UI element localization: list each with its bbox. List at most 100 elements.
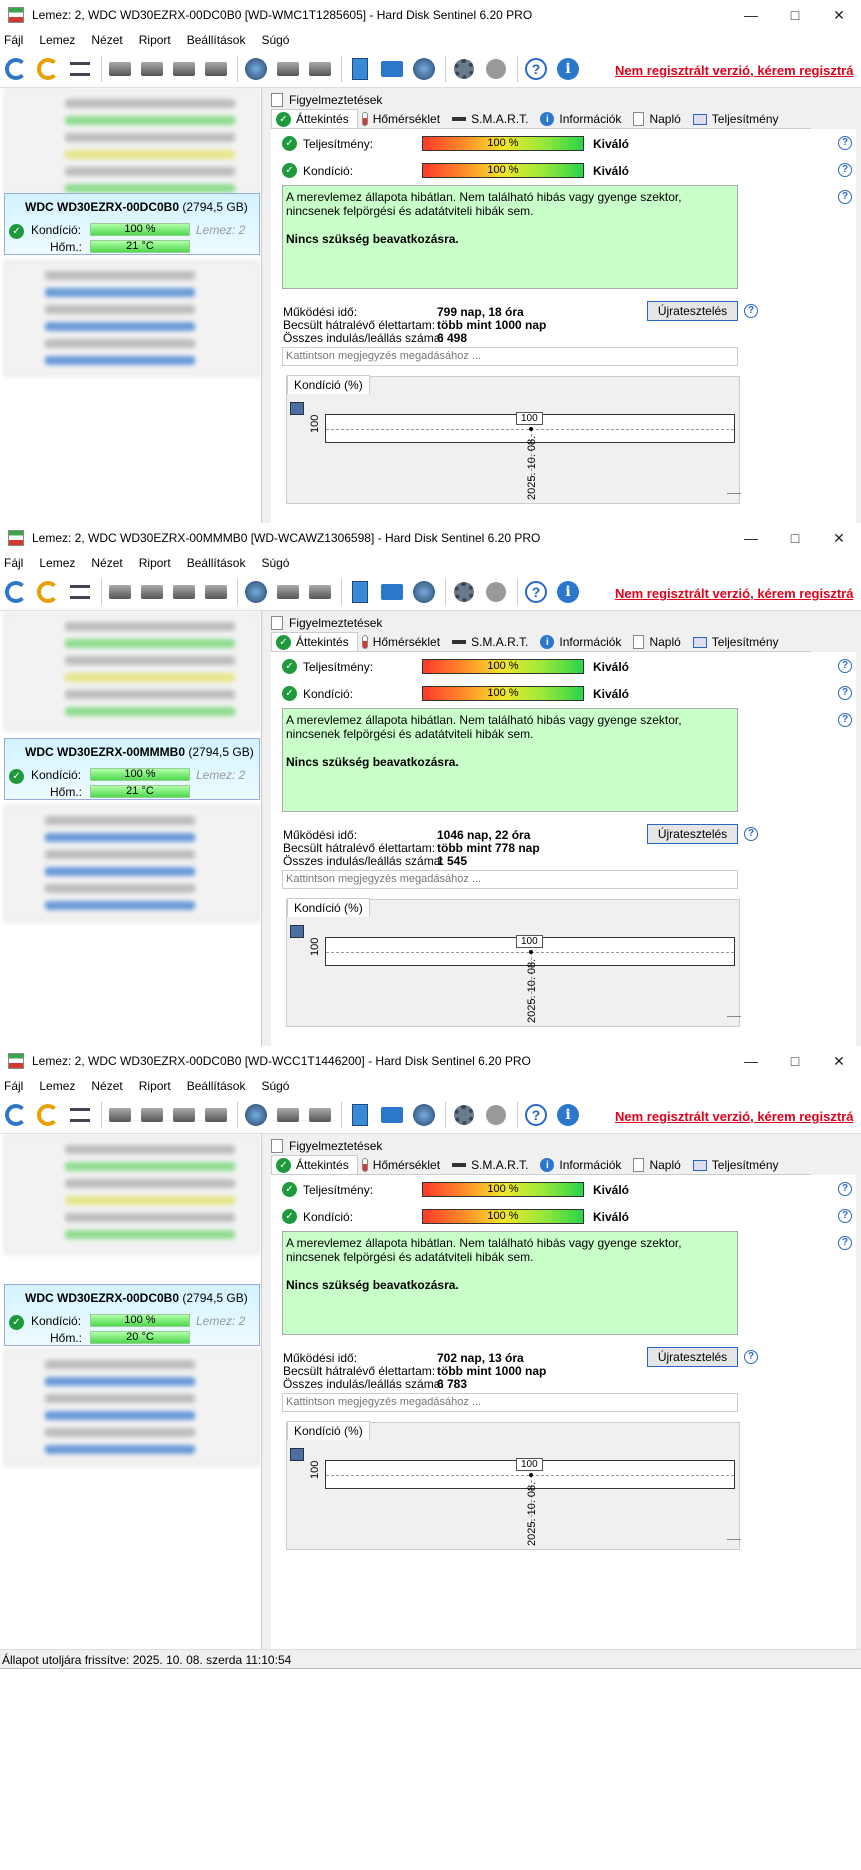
- unregistered-link[interactable]: Nem regisztrált verzió, kérem regisztrá: [615, 586, 853, 601]
- tab-temperature[interactable]: Hőmérséklet: [358, 1156, 448, 1174]
- refresh-button[interactable]: [3, 1102, 29, 1128]
- menu-report[interactable]: Riport: [139, 1079, 171, 1093]
- tab-information[interactable]: i Információk: [536, 110, 629, 128]
- tab-overview[interactable]: ✓ Áttekintés: [271, 109, 358, 128]
- minimize-button[interactable]: —: [729, 523, 773, 553]
- tab-overview[interactable]: ✓ Áttekintés: [271, 632, 358, 651]
- sound-button[interactable]: [483, 1102, 509, 1128]
- disk-check-button[interactable]: [171, 56, 197, 82]
- menu-file[interactable]: Fájl: [4, 33, 23, 47]
- graph-scroll-handle[interactable]: [727, 1539, 741, 1540]
- list-button[interactable]: [67, 579, 93, 605]
- blurred-disk-group-bottom[interactable]: [4, 260, 260, 377]
- tab-information[interactable]: i Információk: [536, 1156, 629, 1174]
- menu-view[interactable]: Nézet: [91, 1079, 122, 1093]
- note-input[interactable]: Kattintson megjegyzés megadásához ...: [282, 870, 738, 889]
- close-button[interactable]: ✕: [817, 0, 861, 30]
- menu-disk[interactable]: Lemez: [39, 556, 75, 570]
- disk-check-button[interactable]: [171, 1102, 197, 1128]
- graph-tab-condition[interactable]: Kondíció (%): [287, 1421, 370, 1440]
- refresh-button[interactable]: [3, 579, 29, 605]
- graph-tab-condition[interactable]: Kondíció (%): [287, 898, 370, 917]
- disk-search-button[interactable]: [203, 56, 229, 82]
- info-button[interactable]: i: [555, 579, 581, 605]
- selected-disk-card[interactable]: WDC WD30EZRX-00MMMB0 (2794,5 GB) ✓ Kondí…: [4, 738, 260, 800]
- menu-report[interactable]: Riport: [139, 556, 171, 570]
- network-share-button[interactable]: [411, 56, 437, 82]
- mail-button[interactable]: [379, 56, 405, 82]
- tab-smart[interactable]: S.M.A.R.T.: [448, 1156, 536, 1174]
- help-icon[interactable]: ?: [744, 827, 758, 841]
- tab-information[interactable]: i Információk: [536, 633, 629, 651]
- network-button[interactable]: [243, 579, 269, 605]
- usb-button[interactable]: [307, 56, 333, 82]
- help-icon[interactable]: ?: [838, 1236, 852, 1250]
- unregistered-link[interactable]: Nem regisztrált verzió, kérem regisztrá: [615, 63, 853, 78]
- help-icon[interactable]: ?: [744, 1350, 758, 1364]
- computer-button[interactable]: [275, 1102, 301, 1128]
- tab-smart[interactable]: S.M.A.R.T.: [448, 633, 536, 651]
- refresh-warning-button[interactable]: [35, 1102, 61, 1128]
- maximize-button[interactable]: □: [773, 0, 817, 30]
- computer-button[interactable]: [275, 56, 301, 82]
- network-button[interactable]: [243, 1102, 269, 1128]
- help-button[interactable]: ?: [523, 579, 549, 605]
- menu-file[interactable]: Fájl: [4, 1079, 23, 1093]
- help-icon[interactable]: ?: [838, 1182, 852, 1196]
- disk-button[interactable]: [107, 56, 133, 82]
- notes-button[interactable]: [347, 56, 373, 82]
- menu-view[interactable]: Nézet: [91, 33, 122, 47]
- disk-schedule-button[interactable]: [139, 579, 165, 605]
- disk-button[interactable]: [107, 1102, 133, 1128]
- help-button[interactable]: ?: [523, 56, 549, 82]
- blurred-disk-group-bottom[interactable]: [4, 805, 260, 922]
- usb-button[interactable]: [307, 1102, 333, 1128]
- tab-smart[interactable]: S.M.A.R.T.: [448, 110, 536, 128]
- refresh-button[interactable]: [3, 56, 29, 82]
- list-button[interactable]: [67, 56, 93, 82]
- alerts-tab[interactable]: Figyelmeztetések: [271, 93, 382, 107]
- help-icon[interactable]: ?: [744, 304, 758, 318]
- maximize-button[interactable]: □: [773, 523, 817, 553]
- tab-overview[interactable]: ✓ Áttekintés: [271, 1155, 358, 1174]
- help-icon[interactable]: ?: [838, 1209, 852, 1223]
- notes-button[interactable]: [347, 1102, 373, 1128]
- settings-button[interactable]: [451, 56, 477, 82]
- network-share-button[interactable]: [411, 579, 437, 605]
- mail-button[interactable]: [379, 1102, 405, 1128]
- maximize-button[interactable]: □: [773, 1046, 817, 1076]
- blurred-disk-group-top[interactable]: [4, 611, 260, 731]
- blurred-disk-group-top[interactable]: [4, 1134, 260, 1254]
- unregistered-link[interactable]: Nem regisztrált verzió, kérem regisztrá: [615, 1109, 853, 1124]
- menu-disk[interactable]: Lemez: [39, 1079, 75, 1093]
- tab-log[interactable]: Napló: [629, 1156, 688, 1174]
- menu-view[interactable]: Nézet: [91, 556, 122, 570]
- settings-button[interactable]: [451, 1102, 477, 1128]
- refresh-warning-button[interactable]: [35, 579, 61, 605]
- disk-search-button[interactable]: [203, 1102, 229, 1128]
- menu-disk[interactable]: Lemez: [39, 33, 75, 47]
- computer-button[interactable]: [275, 579, 301, 605]
- graph-scroll-handle[interactable]: [727, 493, 741, 494]
- disk-search-button[interactable]: [203, 579, 229, 605]
- help-icon[interactable]: ?: [838, 163, 852, 177]
- info-button[interactable]: i: [555, 1102, 581, 1128]
- blurred-disk-group-top[interactable]: [4, 88, 260, 193]
- graph-tab-condition[interactable]: Kondíció (%): [287, 375, 370, 394]
- tab-log[interactable]: Napló: [629, 633, 688, 651]
- help-icon[interactable]: ?: [838, 136, 852, 150]
- tab-temperature[interactable]: Hőmérséklet: [358, 633, 448, 651]
- menu-settings[interactable]: Beállítások: [187, 556, 246, 570]
- tab-performance[interactable]: Teljesítmény: [689, 1156, 787, 1174]
- help-icon[interactable]: ?: [838, 713, 852, 727]
- help-icon[interactable]: ?: [838, 659, 852, 673]
- selected-disk-card[interactable]: WDC WD30EZRX-00DC0B0 (2794,5 GB) ✓ Kondí…: [4, 193, 260, 255]
- menu-settings[interactable]: Beállítások: [187, 1079, 246, 1093]
- help-icon[interactable]: ?: [838, 190, 852, 204]
- note-input[interactable]: Kattintson megjegyzés megadásához ...: [282, 347, 738, 366]
- tab-performance[interactable]: Teljesítmény: [689, 110, 787, 128]
- tab-performance[interactable]: Teljesítmény: [689, 633, 787, 651]
- retest-button[interactable]: Újratesztelés: [647, 1347, 738, 1367]
- tab-log[interactable]: Napló: [629, 110, 688, 128]
- sound-button[interactable]: [483, 579, 509, 605]
